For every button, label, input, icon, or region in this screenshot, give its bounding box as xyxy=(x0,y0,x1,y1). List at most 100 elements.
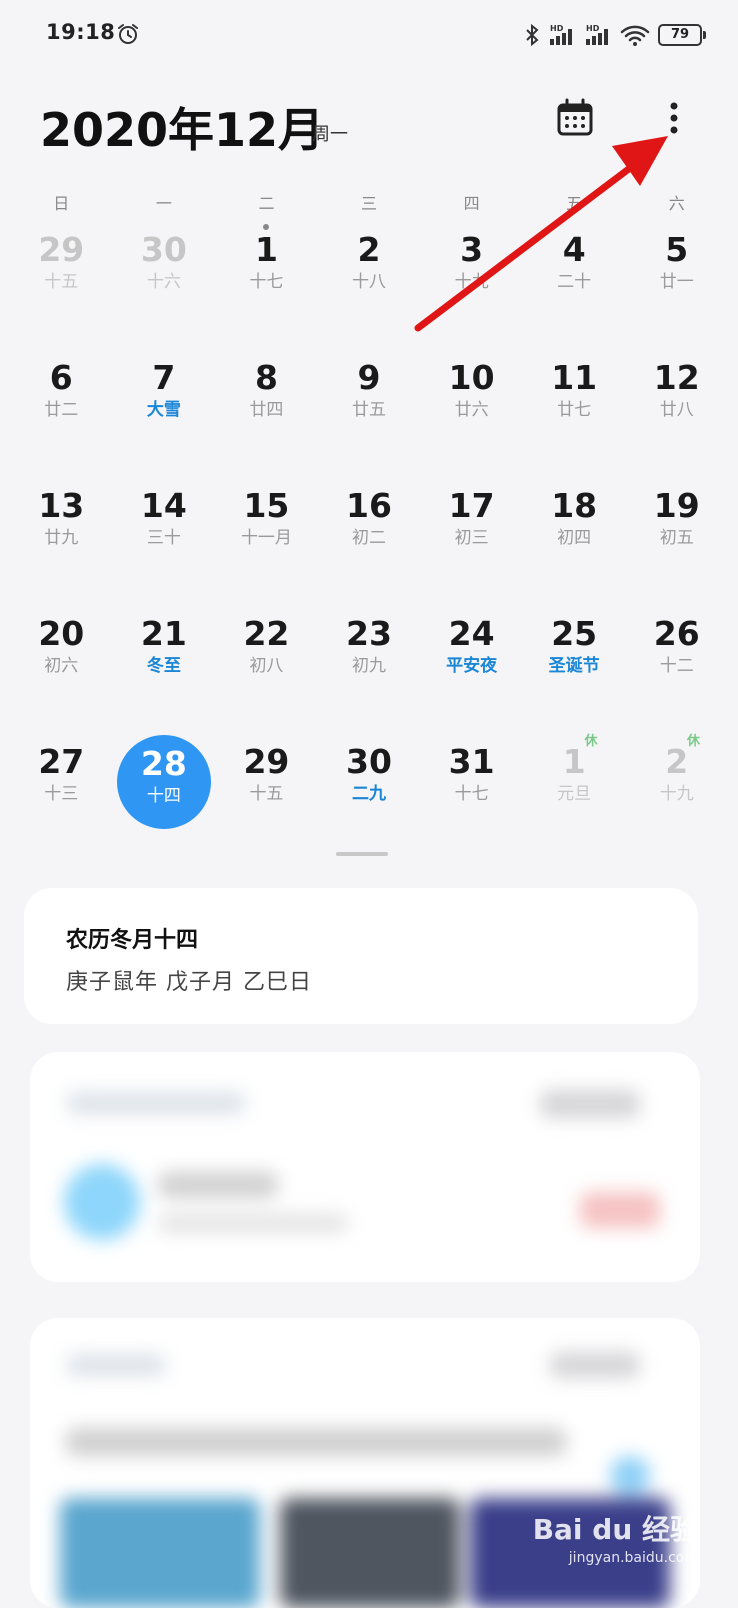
calendar-day[interactable]: 4 二十 xyxy=(523,220,626,348)
day-number: 19 xyxy=(653,486,700,525)
calendar-day[interactable]: 7 大雪 xyxy=(113,348,216,476)
calendar-day[interactable]: 13 廿九 xyxy=(10,476,113,604)
calendar-day[interactable]: 14 三十 xyxy=(113,476,216,604)
lunar-date-label: 十二 xyxy=(659,656,694,676)
calendar-day[interactable]: 29 十五 xyxy=(215,732,318,860)
lunar-date-label: 十五 xyxy=(44,272,79,292)
month-title[interactable]: 2020年12月 xyxy=(40,94,324,160)
day-number: 11 xyxy=(551,358,598,397)
lunar-date-label: 廿六 xyxy=(454,400,489,420)
baidu-watermark: Bai du 经验 jingyan.baidu.com xyxy=(533,1508,698,1566)
holiday-rest-badge: 休 xyxy=(584,734,598,749)
calendar-day[interactable]: 24 平安夜 xyxy=(420,604,523,732)
day-number: 2 xyxy=(357,230,381,269)
calendar-day[interactable]: 23 初九 xyxy=(318,604,421,732)
calendar-day[interactable]: 30 二九 xyxy=(318,732,421,860)
calendar-day[interactable]: 31 十七 xyxy=(420,732,523,860)
signal-hd-icon: HD xyxy=(586,24,608,45)
calendar-day[interactable]: 27 十三 xyxy=(10,732,113,860)
calendar-day[interactable]: 6 廿二 xyxy=(10,348,113,476)
lunar-date-label: 十九 xyxy=(659,784,694,804)
lunar-date-label: 十五 xyxy=(249,784,284,804)
lunar-date-label: 二十 xyxy=(557,272,592,292)
day-number: 1 xyxy=(562,742,586,781)
day-number: 29 xyxy=(38,230,85,269)
calendar-week-row: 6 廿二 7 大雪 8 廿四 9 廿五 10 廿六 11 廿七 12 廿八 xyxy=(10,348,728,476)
calendar-day[interactable]: 20 初六 xyxy=(10,604,113,732)
lunar-info-card[interactable]: 农历冬月十四 庚子鼠年 戊子月 乙巳日 xyxy=(24,888,698,1024)
calendar-day[interactable]: 16 初二 xyxy=(318,476,421,604)
calendar-day[interactable]: 19 初五 xyxy=(625,476,728,604)
calendar-day[interactable]: 29 十五 xyxy=(10,220,113,348)
day-number: 8 xyxy=(254,358,278,397)
weekday-label: 一 xyxy=(155,194,172,213)
calendar-day[interactable]: 5 廿一 xyxy=(625,220,728,348)
calendar-day[interactable]: 12 廿八 xyxy=(625,348,728,476)
calendar-day[interactable]: 休 1 元旦 xyxy=(523,732,626,860)
lunar-date-title: 农历冬月十四 xyxy=(66,928,199,953)
more-vertical-icon[interactable] xyxy=(662,98,686,138)
signal-hd-icon: HD xyxy=(550,24,572,45)
day-number: 1 xyxy=(254,230,278,269)
calendar-week-row: 29 十五 30 十六 1 十七 2 十八 3 十九 4 二十 5 廿一 xyxy=(10,220,728,348)
lunar-date-label: 廿二 xyxy=(44,400,79,420)
calendar-day[interactable]: 9 廿五 xyxy=(318,348,421,476)
calendar-day[interactable]: 3 十九 xyxy=(420,220,523,348)
day-number: 28 xyxy=(140,744,187,783)
drag-handle[interactable] xyxy=(336,852,388,856)
day-number: 5 xyxy=(665,230,689,269)
calendar-day[interactable]: 8 廿四 xyxy=(215,348,318,476)
calendar-day[interactable]: 10 廿六 xyxy=(420,348,523,476)
lunar-date-label: 十九 xyxy=(454,272,489,292)
calendar-day[interactable]: 休 2 十九 xyxy=(625,732,728,860)
lunar-date-label: 元旦 xyxy=(557,784,592,804)
day-number: 17 xyxy=(448,486,495,525)
lunar-date-label: 十七 xyxy=(249,272,284,292)
calendar-day[interactable]: 11 廿七 xyxy=(523,348,626,476)
day-number: 10 xyxy=(448,358,495,397)
calendar-day[interactable]: 21 冬至 xyxy=(113,604,216,732)
lunar-date-label: 初五 xyxy=(659,528,694,548)
blurred-card xyxy=(30,1052,700,1282)
weekday-label: 六 xyxy=(668,194,685,213)
bluetooth-icon xyxy=(526,23,539,47)
lunar-ganzhi: 庚子鼠年 戊子月 乙巳日 xyxy=(66,970,312,995)
calendar-icon[interactable] xyxy=(555,98,595,138)
calendar-day[interactable]: 18 初四 xyxy=(523,476,626,604)
day-number: 30 xyxy=(346,742,392,781)
day-number: 13 xyxy=(38,486,85,525)
calendar-day[interactable]: 17 初三 xyxy=(420,476,523,604)
day-number: 29 xyxy=(243,742,290,781)
calendar-day[interactable]: 30 十六 xyxy=(113,220,216,348)
day-number: 6 xyxy=(49,358,73,397)
festival-label: 二九 xyxy=(352,784,387,804)
weekday-label: 日 xyxy=(53,194,70,213)
day-number: 25 xyxy=(551,614,598,653)
status-bar: 19:18 HD HD 79 xyxy=(0,0,738,70)
calendar-day[interactable]: 1 十七 xyxy=(215,220,318,348)
calendar-day[interactable]: 2 十八 xyxy=(318,220,421,348)
calendar-day[interactable]: 26 十二 xyxy=(625,604,728,732)
calendar-day[interactable]: 25 圣诞节 xyxy=(523,604,626,732)
day-number: 2 xyxy=(665,742,689,781)
lunar-date-label: 初四 xyxy=(557,528,592,548)
day-number: 9 xyxy=(357,358,381,397)
day-number: 27 xyxy=(38,742,85,781)
lunar-date-label: 廿一 xyxy=(659,272,694,292)
svg-text:HD: HD xyxy=(586,24,600,33)
watermark-brand: Bai du 经验 xyxy=(532,1513,698,1546)
calendar-header: 2020年12月 周一 xyxy=(0,88,738,168)
calendar-day[interactable]: 22 初八 xyxy=(215,604,318,732)
status-icons: HD HD 79 xyxy=(524,20,706,50)
lunar-date-label: 十八 xyxy=(352,272,387,292)
lunar-date-label: 十一月 xyxy=(240,528,292,548)
lunar-date-label: 廿九 xyxy=(44,528,79,548)
day-number: 16 xyxy=(346,486,392,525)
lunar-date-label: 廿四 xyxy=(249,400,284,420)
festival-label: 圣诞节 xyxy=(548,656,600,676)
calendar-day[interactable]: 15 十一月 xyxy=(215,476,318,604)
calendar-day-selected[interactable]: 28 十四 xyxy=(113,732,216,860)
lunar-date-label: 廿五 xyxy=(352,400,387,420)
current-weekday: 周一 xyxy=(312,124,348,145)
lunar-date-label: 廿八 xyxy=(659,400,694,420)
